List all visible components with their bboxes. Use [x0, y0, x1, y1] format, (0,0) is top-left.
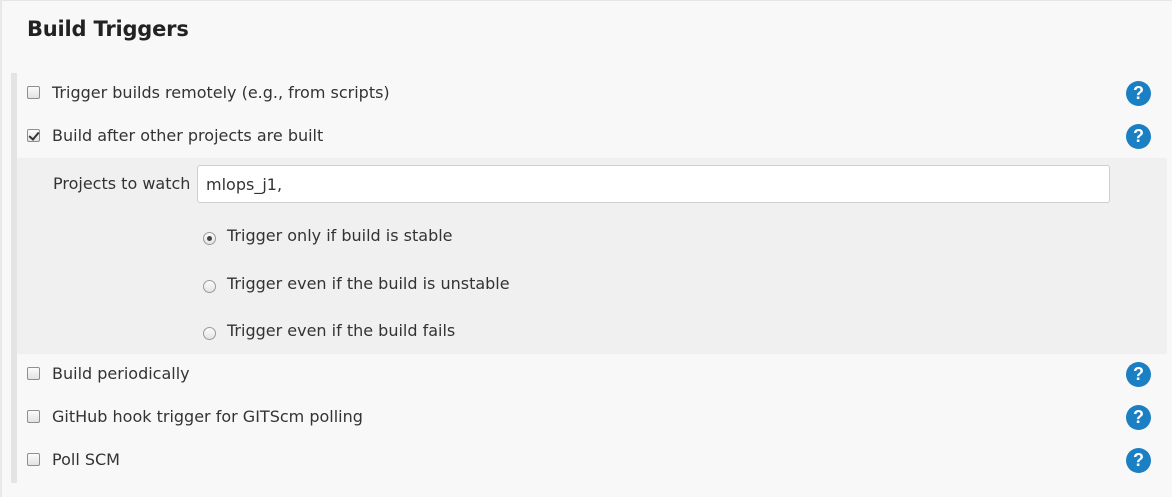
trigger-unstable-option[interactable]: Trigger even if the build is unstable — [203, 272, 510, 294]
help-icon[interactable]: ? — [1126, 362, 1151, 387]
projects-to-watch-label: Projects to watch — [53, 174, 191, 193]
help-icon[interactable]: ? — [1126, 448, 1151, 473]
github-hook-trigger-row[interactable]: GitHub hook trigger for GITScm polling — [27, 405, 363, 427]
trigger-remote-label[interactable]: Trigger builds remotely (e.g., from scri… — [52, 83, 390, 102]
frame-left-border — [0, 0, 2, 497]
poll-scm-row[interactable]: Poll SCM — [27, 448, 120, 470]
trigger-unstable-radio[interactable] — [203, 279, 216, 293]
github-hook-trigger-checkbox[interactable] — [27, 409, 40, 423]
trigger-unstable-label[interactable]: Trigger even if the build is unstable — [227, 274, 510, 293]
trigger-fails-label[interactable]: Trigger even if the build fails — [227, 321, 455, 340]
poll-scm-label[interactable]: Poll SCM — [52, 450, 120, 469]
trigger-stable-radio[interactable] — [203, 231, 216, 245]
trigger-remote-checkbox[interactable] — [27, 85, 40, 99]
frame-top-border — [0, 0, 1172, 1]
projects-to-watch-input[interactable] — [197, 165, 1110, 203]
trigger-fails-option[interactable]: Trigger even if the build fails — [203, 319, 455, 341]
build-periodically-checkbox[interactable] — [27, 366, 40, 380]
section-title: Build Triggers — [27, 17, 189, 41]
help-icon[interactable]: ? — [1126, 405, 1151, 430]
help-icon[interactable]: ? — [1126, 81, 1151, 106]
help-icon[interactable]: ? — [1126, 124, 1151, 149]
build-after-other-projects-label[interactable]: Build after other projects are built — [52, 126, 323, 145]
trigger-fails-radio[interactable] — [203, 326, 216, 340]
build-after-other-projects-row[interactable]: Build after other projects are built — [27, 124, 323, 146]
github-hook-trigger-label[interactable]: GitHub hook trigger for GITScm polling — [52, 407, 363, 426]
build-periodically-row[interactable]: Build periodically — [27, 362, 190, 384]
trigger-stable-option[interactable]: Trigger only if build is stable — [203, 224, 453, 246]
trigger-remote-row[interactable]: Trigger builds remotely (e.g., from scri… — [27, 81, 390, 103]
poll-scm-checkbox[interactable] — [27, 452, 40, 466]
trigger-stable-label[interactable]: Trigger only if build is stable — [227, 226, 453, 245]
build-after-other-projects-checkbox[interactable] — [27, 128, 40, 142]
build-periodically-label[interactable]: Build periodically — [52, 364, 190, 383]
